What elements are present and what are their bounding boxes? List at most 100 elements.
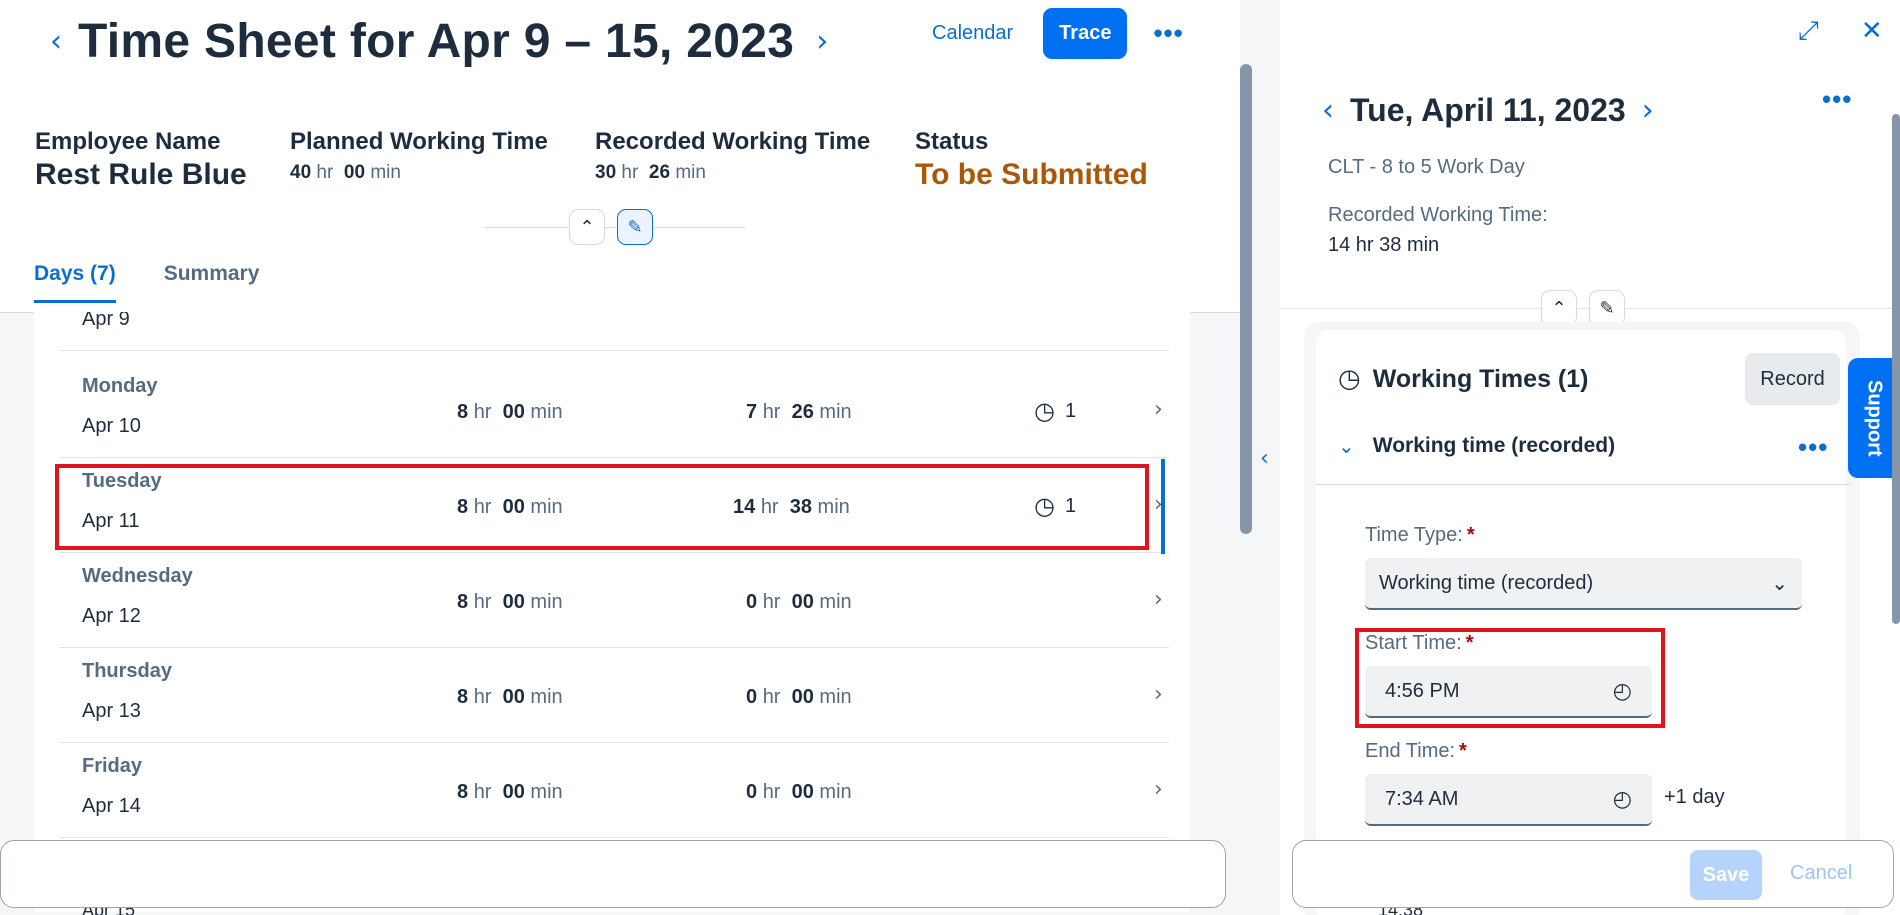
left-footer-bar [0, 840, 1226, 908]
chevron-up-icon: ⌃ [1551, 297, 1567, 318]
pin-detail-header-button[interactable]: ✎ [1589, 290, 1625, 326]
plus-day-indicator: +1 day [1664, 786, 1725, 808]
day-name: Friday [82, 755, 143, 777]
planned-time-attribute: Planned Working Time 40 hr 00 min [290, 128, 548, 184]
day-date: Apr 14 [82, 795, 141, 817]
day-name: Monday [82, 375, 158, 397]
chevron-right-icon: › [1154, 312, 1163, 315]
entry-section-header[interactable]: ⌄ Working time (recorded) [1338, 434, 1615, 458]
recorded-cell: 0 hr 00 min [746, 312, 852, 317]
highlight-box-tuesday [55, 464, 1149, 550]
time-entry-icon: ◷ [1034, 397, 1055, 425]
trace-button[interactable]: Trace [1043, 8, 1128, 59]
planned-cell: 0 hr 00 min [457, 312, 563, 317]
title-row: ‹ Time Sheet for Apr 9 – 15, 2023 › [50, 14, 828, 69]
entries-badge: ◷ 1 [1034, 397, 1077, 425]
tab-summary[interactable]: Summary [164, 262, 260, 303]
recorded-time-value: 30 hr 26 min [595, 162, 706, 183]
planned-cell: 8 hr 00 min [457, 686, 563, 708]
planned-time-label: Planned Working Time [290, 128, 548, 155]
detail-title-row: ‹ Tue, April 11, 2023 › [1322, 92, 1654, 129]
chevron-down-icon: ⌄ [1771, 571, 1788, 595]
day-date: Apr 12 [82, 605, 141, 627]
planned-cell: 8 hr 00 min [457, 401, 563, 423]
day-row-apr-9[interactable]: Apr 9 0 hr 00 min 0 hr 00 min › [59, 312, 1169, 351]
detail-toolbar: ⤢ ✕ [1756, 16, 1883, 47]
left-scrollbar[interactable] [1240, 64, 1252, 534]
recorded-time-label: Recorded Working Time [595, 128, 871, 155]
detail-recorded-value: 14 hr 38 min [1328, 234, 1440, 256]
recorded-time-attribute: Recorded Working Time 30 hr 26 min [595, 128, 870, 184]
day-date: Apr 10 [82, 415, 141, 437]
work-schedule: CLT - 8 to 5 Work Day [1328, 156, 1525, 178]
day-row-thursday[interactable]: Thursday Apr 13 8 hr 00 min 0 hr 00 min … [59, 648, 1169, 743]
overflow-menu-icon[interactable]: ••• [1153, 18, 1183, 49]
status-label: Status [915, 128, 989, 155]
employee-name-value: Rest Rule Blue [35, 158, 247, 191]
chevron-right-icon: › [1154, 777, 1163, 802]
planned-cell: 8 hr 00 min [457, 591, 563, 613]
recorded-cell: 0 hr 00 min [746, 781, 852, 803]
time-sheet-pane: ‹ Time Sheet for Apr 9 – 15, 2023 › Cale… [0, 0, 1252, 915]
working-times-header: ◷ Working Times (1) [1338, 364, 1588, 394]
next-day-icon[interactable]: › [1642, 95, 1654, 126]
fullscreen-icon[interactable]: ⤢ [1798, 16, 1819, 47]
day-date: Apr 9 [82, 312, 130, 330]
day-name: Wednesday [82, 565, 193, 587]
employee-name-label: Employee Name [35, 128, 221, 155]
planned-time-value: 40 hr 00 min [290, 162, 401, 183]
record-button[interactable]: Record [1745, 353, 1840, 405]
working-times-title: Working Times (1) [1372, 364, 1589, 393]
time-picker-icon[interactable]: ◴ [1613, 787, 1632, 812]
previous-day-icon[interactable]: ‹ [1322, 95, 1334, 126]
days-list: Apr 9 0 hr 00 min 0 hr 00 min › Monday A… [34, 312, 1190, 912]
highlight-box-start-time [1355, 628, 1665, 728]
cancel-button[interactable]: Cancel [1790, 862, 1852, 885]
collapse-left-icon[interactable]: ‹ [1260, 446, 1269, 471]
pin-icon: ✎ [1599, 297, 1615, 318]
detail-title: Tue, April 11, 2023 [1350, 92, 1626, 128]
end-time-label: End Time: * [1365, 740, 1467, 762]
time-entry-icon: ◷ [1338, 364, 1361, 394]
collapse-detail-header-button[interactable]: ⌃ [1541, 290, 1577, 326]
entry-overflow-icon[interactable]: ••• [1798, 432, 1828, 463]
previous-week-icon[interactable]: ‹ [50, 26, 62, 57]
entry-divider [1316, 484, 1850, 485]
day-name: Thursday [82, 660, 173, 682]
status-value: To be Submitted [915, 158, 1148, 191]
next-week-icon[interactable]: › [816, 26, 828, 57]
page-header: ‹ Time Sheet for Apr 9 – 15, 2023 › Cale… [0, 0, 1240, 312]
save-button[interactable]: Save [1690, 850, 1762, 900]
time-type-select[interactable]: Working time (recorded) ⌄ [1365, 558, 1802, 610]
chevron-up-icon: ⌃ [579, 216, 595, 237]
detail-recorded-label: Recorded Working Time: [1328, 204, 1548, 226]
working-times-card [1316, 330, 1846, 915]
day-row-wednesday[interactable]: Wednesday Apr 12 8 hr 00 min 0 hr 00 min… [59, 553, 1169, 648]
recorded-cell: 0 hr 00 min [746, 686, 852, 708]
close-icon[interactable]: ✕ [1861, 16, 1883, 47]
status-attribute: Status To be Submitted [915, 128, 1148, 192]
pin-icon: ✎ [627, 216, 643, 237]
header-divider [485, 227, 745, 228]
calendar-button[interactable]: Calendar [920, 14, 1025, 53]
day-row-monday[interactable]: Monday Apr 10 8 hr 00 min 7 hr 26 min ◷ 1… [59, 363, 1169, 458]
chevron-right-icon: › [1154, 682, 1163, 707]
pin-header-button[interactable]: ✎ [617, 209, 653, 245]
right-scrollbar[interactable] [1892, 114, 1900, 624]
end-time-input[interactable]: 7:34 AM ◴ [1365, 774, 1652, 826]
planned-cell: 8 hr 00 min [457, 781, 563, 803]
entry-title: Working time (recorded) [1372, 434, 1616, 457]
chevron-down-icon: ⌄ [1338, 434, 1355, 458]
collapse-header-button[interactable]: ⌃ [569, 209, 605, 245]
recorded-cell: 7 hr 26 min [746, 401, 852, 423]
day-row-friday[interactable]: Friday Apr 14 8 hr 00 min 0 hr 00 min › [59, 743, 1169, 838]
detail-overflow-icon[interactable]: ••• [1822, 84, 1852, 115]
page-title: Time Sheet for Apr 9 – 15, 2023 [78, 15, 795, 68]
employee-attribute: Employee Name Rest Rule Blue [35, 128, 247, 192]
tab-days[interactable]: Days (7) [34, 262, 116, 303]
recorded-cell: 0 hr 00 min [746, 591, 852, 613]
header-actions: Calendar Trace ••• [920, 8, 1184, 59]
tab-bar: Days (7) Summary [34, 262, 307, 303]
time-type-label: Time Type: * [1365, 524, 1475, 546]
selected-row-indicator [1161, 459, 1165, 554]
